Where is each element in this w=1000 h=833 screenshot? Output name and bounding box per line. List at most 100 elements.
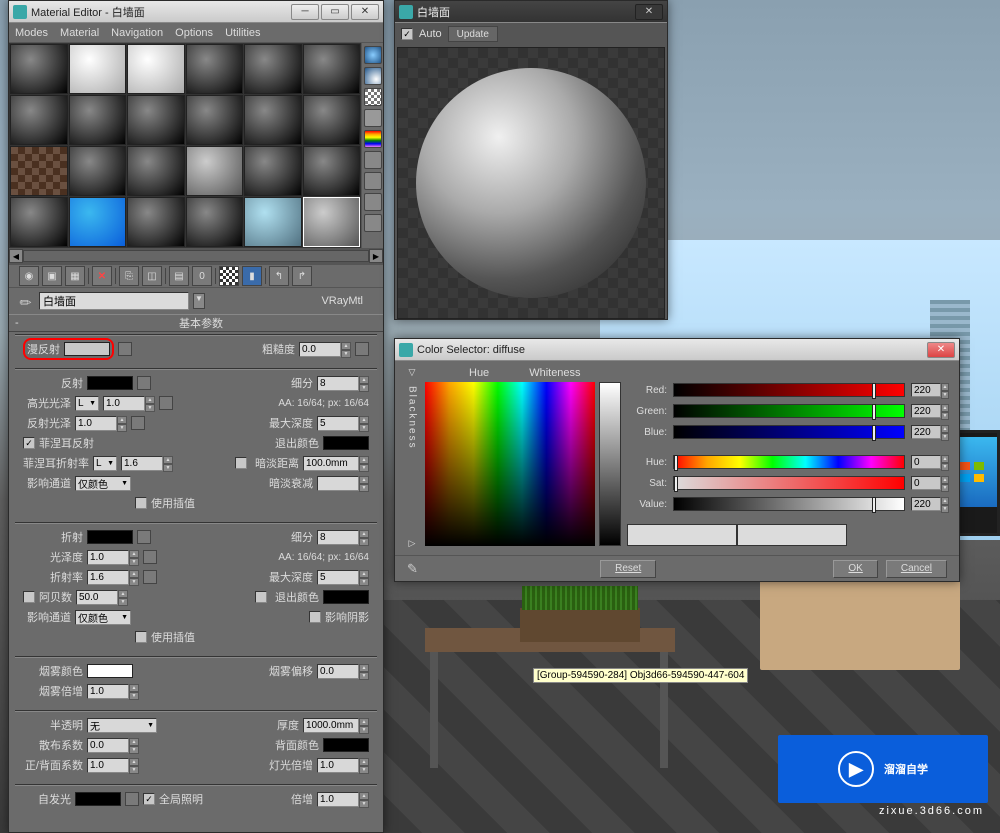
roughness-map-button[interactable] bbox=[355, 342, 369, 356]
ior-spinner[interactable]: ▲▼ bbox=[87, 570, 139, 585]
update-button[interactable]: Update bbox=[448, 26, 498, 42]
dim-dist-spinner[interactable]: ▲▼ bbox=[303, 456, 369, 471]
refract-color-swatch[interactable] bbox=[87, 530, 133, 544]
backlight-button[interactable] bbox=[364, 67, 382, 85]
material-type-button[interactable]: VRayMtl bbox=[321, 295, 363, 307]
background-button[interactable] bbox=[364, 88, 382, 106]
options-button[interactable] bbox=[364, 172, 382, 190]
cancel-button[interactable]: Cancel bbox=[886, 560, 947, 578]
scatter-spinner[interactable]: ▲▼ bbox=[87, 738, 139, 753]
old-color-swatch[interactable] bbox=[627, 524, 737, 546]
value-value-spinner[interactable]: ▲▼ bbox=[911, 497, 949, 512]
mat-id-button[interactable]: 0 bbox=[192, 266, 212, 286]
translucent-dropdown[interactable]: 无 bbox=[87, 718, 157, 733]
eyedropper-icon[interactable]: ✎ bbox=[16, 290, 39, 313]
reset-map-button[interactable]: ✕ bbox=[92, 266, 112, 286]
mat-editor-titlebar[interactable]: Material Editor - 白墙面 ─ ▭ ✕ bbox=[9, 1, 383, 23]
put-to-scene-button[interactable]: ▣ bbox=[42, 266, 62, 286]
fog-bias-spinner[interactable]: ▲▼ bbox=[317, 664, 369, 679]
exit-color-swatch[interactable] bbox=[323, 436, 369, 450]
max-depth-spinner[interactable]: ▲▼ bbox=[317, 416, 369, 431]
material-slot[interactable] bbox=[127, 44, 185, 94]
eyedropper-icon[interactable]: ✎ bbox=[407, 561, 423, 577]
hue-value-spinner[interactable]: ▲▼ bbox=[911, 455, 949, 470]
maximize-button[interactable]: ▭ bbox=[321, 4, 349, 20]
back-color-swatch[interactable] bbox=[323, 738, 369, 752]
material-slot[interactable] bbox=[127, 197, 185, 247]
whiteness-slider[interactable] bbox=[599, 382, 621, 546]
use-interp2-checkbox[interactable] bbox=[135, 631, 147, 643]
put-to-lib-button[interactable]: ▤ bbox=[169, 266, 189, 286]
green-value-spinner[interactable]: ▲▼ bbox=[911, 404, 949, 419]
go-parent-button[interactable]: ↰ bbox=[269, 266, 289, 286]
reflect-map-button[interactable] bbox=[137, 376, 151, 390]
dim-dist-checkbox[interactable] bbox=[235, 457, 247, 469]
new-color-swatch[interactable] bbox=[737, 524, 847, 546]
material-slot[interactable] bbox=[186, 44, 244, 94]
preview-viewport[interactable] bbox=[397, 47, 665, 319]
go-sibling-button[interactable]: ↱ bbox=[292, 266, 312, 286]
fb-coeff-spinner[interactable]: ▲▼ bbox=[87, 758, 139, 773]
mult-spinner[interactable]: ▲▼ bbox=[317, 792, 369, 807]
material-slot[interactable] bbox=[244, 197, 302, 247]
abbe-checkbox[interactable] bbox=[23, 591, 35, 603]
use-interp-checkbox[interactable] bbox=[135, 497, 147, 509]
make-unique-button[interactable]: ◫ bbox=[142, 266, 162, 286]
gi-checkbox[interactable] bbox=[143, 793, 155, 805]
reset-button[interactable]: Reset bbox=[600, 560, 656, 578]
reflect-color-swatch[interactable] bbox=[87, 376, 133, 390]
mat-map-nav-button[interactable] bbox=[364, 214, 382, 232]
material-slot[interactable] bbox=[244, 44, 302, 94]
material-slot-selected[interactable] bbox=[303, 197, 361, 247]
reflect-subdiv-spinner[interactable]: ▲▼ bbox=[317, 376, 369, 391]
material-slot[interactable] bbox=[244, 146, 302, 196]
material-slot[interactable] bbox=[10, 95, 68, 145]
affect-chan-dropdown[interactable]: 仅颜色 bbox=[75, 476, 131, 491]
material-slot[interactable] bbox=[127, 95, 185, 145]
material-slot[interactable] bbox=[186, 197, 244, 247]
menu-modes[interactable]: Modes bbox=[15, 27, 48, 39]
selfillum-swatch[interactable] bbox=[75, 792, 121, 806]
fresnel-lock-button[interactable]: L bbox=[93, 456, 117, 471]
name-dropdown-icon[interactable]: ▼ bbox=[193, 293, 205, 309]
scroll-right-icon[interactable]: ▶ bbox=[369, 249, 383, 263]
make-preview-button[interactable] bbox=[364, 151, 382, 169]
material-slot[interactable] bbox=[127, 146, 185, 196]
color-sel-titlebar[interactable]: Color Selector: diffuse ✕ bbox=[395, 339, 959, 361]
fog-color-swatch[interactable] bbox=[87, 664, 133, 678]
ok-button[interactable]: OK bbox=[833, 560, 877, 578]
sat-slider[interactable] bbox=[673, 476, 905, 490]
preview-close-button[interactable]: ✕ bbox=[635, 4, 663, 20]
minimize-button[interactable]: ─ bbox=[291, 4, 319, 20]
close-button[interactable]: ✕ bbox=[351, 4, 379, 20]
diffuse-map-button[interactable] bbox=[118, 342, 132, 356]
blue-value-spinner[interactable]: ▲▼ bbox=[911, 425, 949, 440]
value-slider[interactable] bbox=[673, 497, 905, 511]
refl-gloss-spinner[interactable]: ▲▼ bbox=[75, 416, 127, 431]
preview-titlebar[interactable]: 白墙面 ✕ bbox=[395, 1, 667, 23]
menu-navigation[interactable]: Navigation bbox=[111, 27, 163, 39]
refl-gloss-map-button[interactable] bbox=[131, 416, 145, 430]
material-slot[interactable] bbox=[303, 146, 361, 196]
dim-falloff-spinner[interactable]: ▲▼ bbox=[317, 476, 369, 491]
material-slot[interactable] bbox=[69, 44, 127, 94]
material-slot[interactable] bbox=[186, 95, 244, 145]
refr-exit-checkbox[interactable] bbox=[255, 591, 267, 603]
menu-options[interactable]: Options bbox=[175, 27, 213, 39]
show-map-button[interactable] bbox=[219, 266, 239, 286]
material-slot[interactable] bbox=[303, 95, 361, 145]
sample-type-button[interactable] bbox=[364, 46, 382, 64]
selfillum-map-button[interactable] bbox=[125, 792, 139, 806]
fresnel-checkbox[interactable] bbox=[23, 437, 35, 449]
basic-params-rollout-header[interactable]: - 基本参数 bbox=[9, 314, 383, 332]
color-sel-close-button[interactable]: ✕ bbox=[927, 342, 955, 358]
red-slider[interactable] bbox=[673, 383, 905, 397]
mat-grid-scrollbar[interactable]: ◀ ▶ bbox=[9, 248, 383, 264]
abbe-spinner[interactable]: ▲▼ bbox=[76, 590, 128, 605]
thickness-spinner[interactable]: ▲▼ bbox=[303, 718, 369, 733]
material-slot[interactable] bbox=[69, 197, 127, 247]
green-slider[interactable] bbox=[673, 404, 905, 418]
menu-utilities[interactable]: Utilities bbox=[225, 27, 260, 39]
hilight-map-button[interactable] bbox=[159, 396, 173, 410]
auto-checkbox[interactable] bbox=[401, 28, 413, 40]
